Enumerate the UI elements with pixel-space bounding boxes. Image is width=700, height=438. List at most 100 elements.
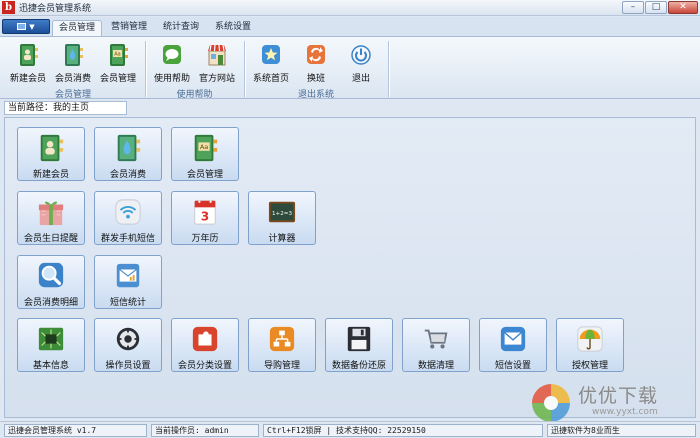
ribbon-button-label: 退出	[351, 74, 370, 84]
address-book-icon: Aa	[194, 134, 218, 162]
tile-label: 群发手机短信	[100, 234, 155, 244]
status-hotkey-support: Ctrl+F12锁屏 | 技术支持QQ: 22529150	[263, 424, 543, 437]
ribbon-member-spending-button[interactable]: 会员消费	[51, 41, 95, 87]
org-chart-icon	[269, 326, 295, 352]
application-menu-button[interactable]: ▼	[2, 19, 50, 34]
tile-member-spending[interactable]: 会员消费	[94, 127, 162, 181]
shopping-cart-icon	[424, 329, 448, 349]
tile-calculator[interactable]: 1+2=3 计算器	[248, 191, 316, 245]
water-drop-book-icon	[65, 44, 83, 66]
calendar-day-number: 3	[201, 209, 209, 223]
tile-label: 会员消费	[109, 170, 146, 180]
envelope-chart-icon	[116, 263, 140, 288]
ribbon-official-site-button[interactable]: 官方网站	[195, 41, 239, 87]
envelope-icon	[500, 326, 526, 352]
tile-license-management[interactable]: 授权管理	[556, 318, 624, 372]
green-book-icon	[40, 134, 64, 162]
status-version: 迅捷会员管理系统 v1.7	[4, 424, 147, 437]
tile-member-category-settings[interactable]: 会员分类设置	[171, 318, 239, 372]
calculator-expression: 1+2=3	[272, 211, 292, 217]
puzzle-piece-icon	[192, 326, 218, 352]
ribbon-group-divider	[244, 41, 245, 97]
window-title: 迅捷会员管理系统	[19, 4, 92, 14]
ribbon-group-label: 使用帮助	[176, 90, 213, 100]
ribbon-button-label: 使用帮助	[153, 74, 190, 84]
tab-statistics[interactable]: 统计查询	[156, 20, 206, 36]
tile-label: 操作员设置	[105, 361, 151, 371]
tile-label: 导购管理	[263, 361, 300, 371]
home-star-icon	[262, 45, 280, 64]
ribbon-group-label: 退出系统	[297, 90, 334, 100]
tile-sms-statistics[interactable]: 短信统计	[94, 255, 162, 309]
tile-data-backup-restore[interactable]: 数据备份还原	[325, 318, 393, 372]
chat-bubble-icon	[163, 45, 181, 64]
svg-text:Aa: Aa	[200, 143, 208, 151]
status-operator: 当前操作员: admin	[151, 424, 259, 437]
tile-label: 基本信息	[32, 361, 69, 371]
current-path-bar: 当前路径：我的主页	[4, 101, 127, 115]
ribbon-button-label: 会员消费	[54, 74, 91, 84]
gear-icon	[116, 327, 140, 351]
power-icon	[351, 45, 371, 65]
tab-member-management[interactable]: 会员管理	[52, 20, 102, 36]
tile-calendar[interactable]: 3 万年历	[171, 191, 239, 245]
ribbon-button-label: 换班	[306, 74, 325, 84]
tile-label: 会员消费明细	[23, 298, 78, 308]
ribbon-exit-button[interactable]: 退出	[339, 41, 383, 87]
tile-label: 授权管理	[571, 361, 608, 371]
tile-bulk-sms[interactable]: 群发手机短信	[94, 191, 162, 245]
watermark-text: 优优下载	[578, 385, 659, 407]
chevron-down-icon: ▼	[29, 22, 35, 31]
calculator-chalkboard-icon: 1+2=3	[268, 201, 296, 223]
home-tiles-panel: 新建会员 会员消费 Aa 会员管理 会员生日提醒 群发手机短信 3 万年历 1+…	[4, 117, 696, 418]
svg-text:Aa: Aa	[114, 52, 120, 58]
ribbon-new-member-button[interactable]: 新建会员	[6, 41, 50, 87]
tile-label: 万年历	[191, 234, 219, 244]
tab-marketing[interactable]: 营销管理	[104, 20, 154, 36]
ribbon-panel: 新建会员 会员消费 Aa 会员管理 会员管理 使用帮助 官方网站 使用帮助 系统…	[0, 36, 700, 100]
tile-basic-info[interactable]: 基本信息	[17, 318, 85, 372]
tile-shopping-guide-management[interactable]: 导购管理	[248, 318, 316, 372]
tile-operator-settings[interactable]: 操作员设置	[94, 318, 162, 372]
ribbon-button-label: 官方网站	[198, 74, 235, 84]
magnifier-icon	[38, 262, 64, 288]
tile-spending-details[interactable]: 会员消费明细	[17, 255, 85, 309]
status-bar: 迅捷会员管理系统 v1.7 当前操作员: admin Ctrl+F12锁屏 | …	[0, 421, 700, 438]
maximize-button[interactable]: □	[645, 1, 667, 14]
close-button[interactable]: ✕	[668, 1, 698, 14]
ribbon-group-divider	[388, 41, 389, 97]
menu-grid-icon	[17, 23, 27, 30]
ribbon-shift-change-button[interactable]: 换班	[294, 41, 338, 87]
tile-sms-settings[interactable]: 短信设置	[479, 318, 547, 372]
swap-arrows-icon	[307, 45, 325, 64]
status-owner: 迅捷软件为8业而生	[547, 424, 696, 437]
tab-system-settings[interactable]: 系统设置	[208, 20, 258, 36]
wifi-signal-icon	[115, 199, 141, 225]
circuit-board-icon	[38, 327, 64, 351]
floppy-disk-icon	[347, 326, 371, 352]
tile-label: 数据清理	[417, 361, 454, 371]
tile-new-member[interactable]: 新建会员	[17, 127, 85, 181]
watermark-logo	[532, 384, 570, 422]
tile-member-management[interactable]: Aa 会员管理	[171, 127, 239, 181]
tile-label: 短信设置	[494, 361, 531, 371]
window-controls: – □ ✕	[622, 1, 698, 14]
title-bar: b 迅捷会员管理系统 – □ ✕	[0, 0, 700, 16]
ribbon-button-label: 系统首页	[252, 74, 289, 84]
ribbon-tab-row: ▼ 会员管理 营销管理 统计查询 系统设置	[0, 17, 700, 36]
ribbon-button-label: 新建会员	[9, 74, 46, 84]
app-logo-icon[interactable]: b	[2, 1, 15, 14]
umbrella-icon	[577, 326, 603, 352]
water-drop-book-icon	[117, 134, 141, 162]
ribbon-help-button[interactable]: 使用帮助	[150, 41, 194, 87]
minimize-button[interactable]: –	[622, 1, 644, 14]
green-book-icon	[20, 44, 38, 66]
tile-label: 新建会员	[32, 170, 69, 180]
tile-label: 计算器	[268, 234, 296, 244]
ribbon-member-management-button[interactable]: Aa 会员管理	[96, 41, 140, 87]
gift-box-icon	[38, 201, 64, 226]
tile-data-cleanup[interactable]: 数据清理	[402, 318, 470, 372]
tile-label: 会员生日提醒	[23, 234, 78, 244]
ribbon-home-button[interactable]: 系统首页	[249, 41, 293, 87]
tile-birthday-reminder[interactable]: 会员生日提醒	[17, 191, 85, 245]
